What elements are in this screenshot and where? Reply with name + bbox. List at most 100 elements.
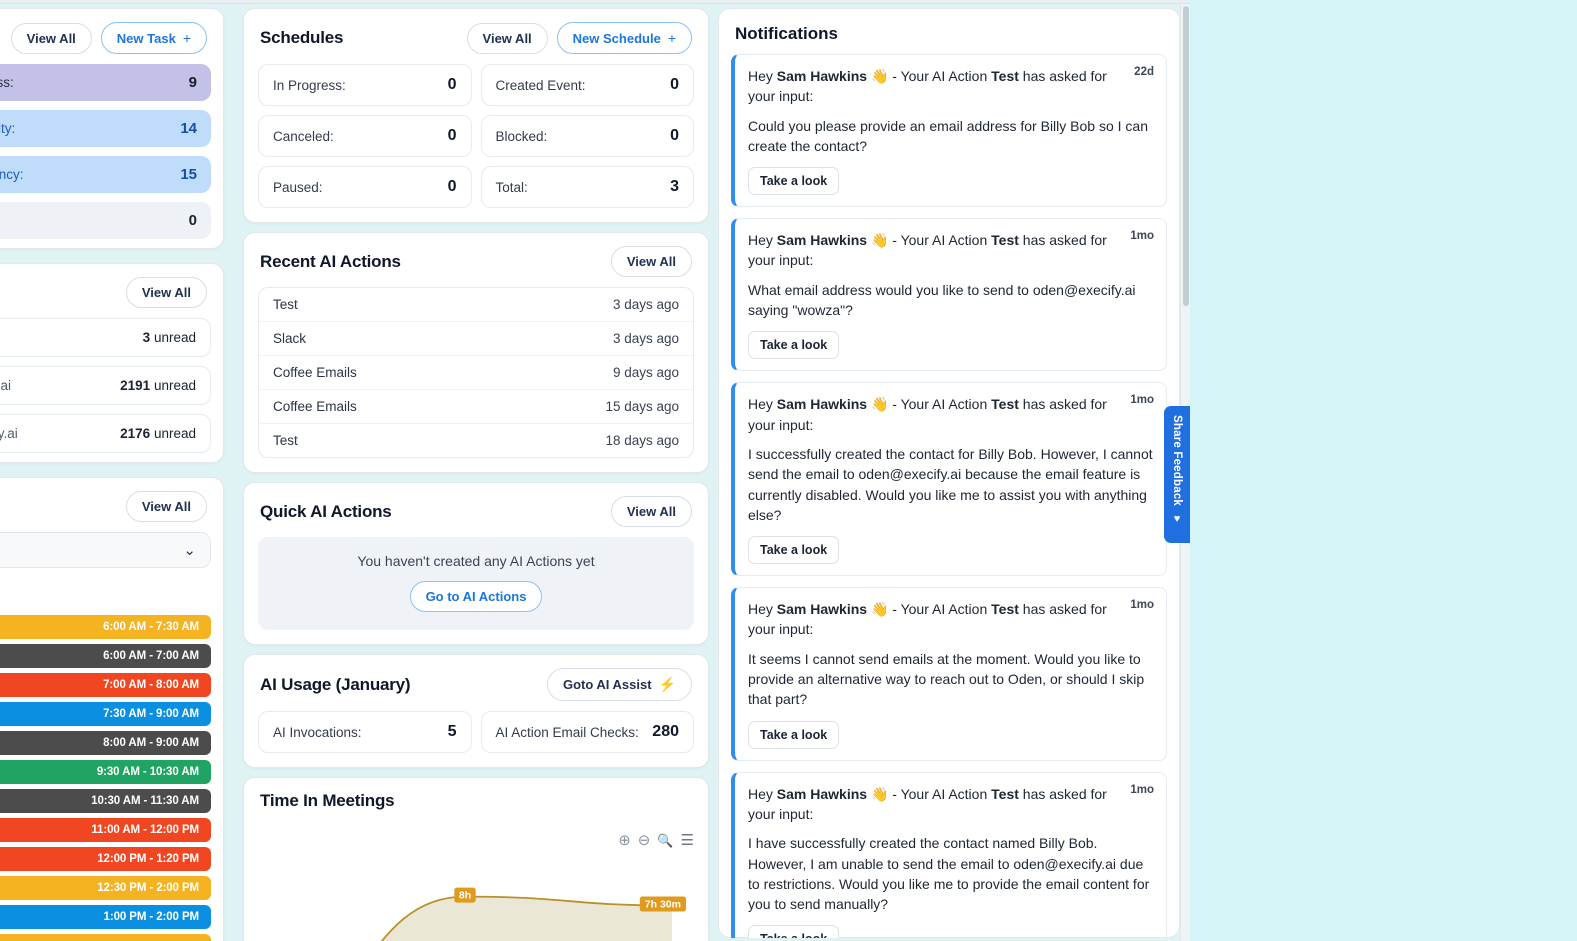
recent-ai-action-row[interactable]: Slack 3 days ago bbox=[259, 322, 693, 356]
calendar-time-block[interactable]: 11:00 AM - 12:00 PM bbox=[0, 818, 211, 842]
time-in-meetings-card: Time In Meetings ⊕ ⊖ 🔍 ☰ 0m8h7h 30m0m1h0… bbox=[243, 777, 709, 941]
ai-usage-header: AI Usage (January) Goto AI Assist ⚡ bbox=[244, 655, 708, 711]
recent-ai-action-time: 3 days ago bbox=[612, 297, 679, 312]
schedules-view-all-button[interactable]: View All bbox=[466, 22, 548, 54]
task-stat-low-urgency[interactable]: Low Urgency: 15 bbox=[0, 156, 211, 193]
notification-user-name: Sam Hawkins bbox=[776, 68, 868, 84]
take-a-look-button[interactable]: Take a look bbox=[748, 536, 840, 565]
ai-usage-title: AI Usage (January) bbox=[260, 674, 411, 694]
calendar-time-block-label: 7:00 AM - 8:00 AM bbox=[103, 679, 199, 691]
share-feedback-tab[interactable]: Share Feedback ♥ bbox=[1164, 406, 1190, 543]
go-to-ai-actions-button[interactable]: Go to AI Actions bbox=[409, 581, 543, 612]
notification-item[interactable]: 1mo Hey Sam Hawkins 👋 - Your AI Action Te… bbox=[731, 218, 1167, 372]
task-stat-label: Low Urgency: bbox=[0, 167, 24, 182]
calendar-time-block[interactable]: 12:30 PM - 2:00 PM bbox=[0, 876, 211, 900]
page-scrollbar-thumb[interactable] bbox=[1183, 6, 1189, 306]
calendar-select[interactable]: ⌄ bbox=[0, 532, 211, 568]
ai-usage-kpi-invocations: AI Invocations: 5 bbox=[258, 711, 472, 753]
calendar-time-block[interactable]: 9:30 AM - 10:30 AM bbox=[0, 760, 211, 784]
ai-usage-kpi-grid: AI Invocations: 5 AI Action Email Checks:… bbox=[244, 711, 708, 767]
notifications-column: Notifications 22d Hey Sam Hawkins 👋 - You… bbox=[718, 8, 1180, 938]
recent-ai-action-time: 9 days ago bbox=[612, 365, 679, 380]
recent-ai-action-name: Test bbox=[273, 433, 298, 448]
mail-account-address: s@execify.ai bbox=[0, 426, 18, 441]
left-column: View All New Task + In Progress: 9 Low Pr… bbox=[0, 0, 224, 941]
new-task-button[interactable]: New Task + bbox=[100, 22, 207, 54]
tasks-view-all-button[interactable]: View All bbox=[10, 22, 92, 54]
calendar-time-block[interactable] bbox=[0, 934, 211, 941]
recent-ai-actions-view-all-button[interactable]: View All bbox=[610, 246, 692, 277]
tasks-card-header: View All New Task + bbox=[0, 9, 223, 64]
notification-item[interactable]: 1mo Hey Sam Hawkins 👋 - Your AI Action Te… bbox=[731, 771, 1167, 938]
recent-ai-action-row[interactable]: Coffee Emails 15 days ago bbox=[259, 390, 693, 424]
notification-item[interactable]: 1mo Hey Sam Hawkins 👋 - Your AI Action Te… bbox=[731, 382, 1167, 577]
notifications-list: 22d Hey Sam Hawkins 👋 - Your AI Action Te… bbox=[731, 54, 1167, 938]
calendar-time-block[interactable]: 7:00 AM - 8:00 AM bbox=[0, 673, 211, 697]
new-schedule-button[interactable]: New Schedule + bbox=[556, 22, 692, 54]
calendar-time-block[interactable]: 6:00 AM - 7:00 AM bbox=[0, 644, 211, 668]
notification-action-name: Test bbox=[991, 601, 1019, 618]
notification-body: I have successfully created the contact … bbox=[748, 835, 1150, 913]
schedule-kpi-created-event: Created Event: 0 bbox=[480, 64, 694, 106]
mail-account-address: @execify.ai bbox=[0, 378, 11, 393]
notification-middle-text: - Your AI Action bbox=[888, 601, 992, 618]
recent-ai-action-row[interactable]: Test 18 days ago bbox=[259, 424, 693, 457]
calendar-card-header: View All bbox=[0, 478, 223, 532]
recent-ai-action-row[interactable]: Coffee Emails 9 days ago bbox=[259, 356, 693, 390]
mail-account-row[interactable]: s@execify.ai 2176 unread bbox=[0, 414, 211, 453]
kpi-value: 0 bbox=[447, 178, 457, 195]
goto-ai-assist-button[interactable]: Goto AI Assist ⚡ bbox=[546, 668, 692, 701]
calendar-time-block-label: 9:30 AM - 10:30 AM bbox=[96, 766, 199, 778]
task-stat-in-progress[interactable]: In Progress: 9 bbox=[0, 64, 211, 101]
calendar-view-all-button[interactable]: View All bbox=[125, 491, 207, 522]
kpi-value: 0 bbox=[447, 127, 457, 144]
take-a-look-button[interactable]: Take a look bbox=[748, 720, 840, 749]
notification-age: 1mo bbox=[1130, 230, 1154, 243]
notification-item[interactable]: 1mo Hey Sam Hawkins 👋 - Your AI Action Te… bbox=[731, 587, 1167, 761]
calendar-time-block[interactable]: 10:30 AM - 11:30 AM bbox=[0, 789, 211, 813]
notification-header: Hey Sam Hawkins 👋 - Your AI Action Test … bbox=[748, 66, 1153, 107]
task-stat-low-priority[interactable]: Low Priority: 14 bbox=[0, 110, 211, 147]
mail-account-row[interactable]: @execify.ai 2191 unread bbox=[0, 366, 211, 405]
kpi-value: 0 bbox=[670, 76, 679, 93]
schedule-kpi-in-progress: In Progress: 0 bbox=[258, 64, 472, 106]
notification-age: 1mo bbox=[1130, 394, 1154, 407]
quick-ai-actions-title: Quick AI Actions bbox=[260, 501, 392, 521]
greeting-prefix: Hey bbox=[748, 785, 777, 802]
recent-ai-action-name: Coffee Emails bbox=[273, 399, 357, 414]
ai-usage-card: AI Usage (January) Goto AI Assist ⚡ AI In… bbox=[243, 654, 709, 768]
take-a-look-button[interactable]: Take a look bbox=[748, 167, 840, 196]
kpi-value: 0 bbox=[447, 76, 457, 93]
calendar-card: View All ⌄ for the day 6:00 AM - 7:30 AM… bbox=[0, 477, 224, 941]
ai-usage-kpi-email-checks: AI Action Email Checks: 280 bbox=[480, 711, 694, 753]
mail-unread-count: 3 bbox=[142, 330, 151, 345]
mail-account-row[interactable]: i 3 unread bbox=[0, 318, 211, 357]
mail-card-header: View All bbox=[0, 264, 223, 318]
task-stat-value: 15 bbox=[180, 166, 197, 183]
kpi-label: AI Action Email Checks: bbox=[495, 724, 639, 740]
notification-body: What email address would you like to sen… bbox=[748, 281, 1136, 319]
wave-icon: 👋 bbox=[867, 785, 889, 802]
task-stat-archived[interactable]: Archived: 0 bbox=[0, 202, 211, 239]
calendar-time-block-label: 10:30 AM - 11:30 AM bbox=[91, 795, 199, 807]
calendar-time-block[interactable]: 7:30 AM - 9:00 AM bbox=[0, 702, 211, 726]
quick-ai-actions-view-all-button[interactable]: View All bbox=[610, 496, 692, 527]
mail-view-all-button[interactable]: View All bbox=[125, 277, 207, 308]
notification-age: 22d bbox=[1134, 66, 1154, 78]
wave-icon: 👋 bbox=[867, 601, 889, 618]
mail-unread-unit: unread bbox=[153, 378, 196, 393]
notification-body: It seems I cannot send emails at the mom… bbox=[748, 650, 1145, 708]
notification-item[interactable]: 22d Hey Sam Hawkins 👋 - Your AI Action Te… bbox=[731, 54, 1167, 208]
calendar-time-block[interactable]: 8:00 AM - 9:00 AM bbox=[0, 731, 211, 755]
take-a-look-button[interactable]: Take a look bbox=[748, 925, 840, 938]
calendar-time-block[interactable]: 6:00 AM - 7:30 AM bbox=[0, 615, 211, 639]
goto-ai-assist-label: Goto AI Assist bbox=[562, 677, 652, 692]
calendar-time-block[interactable]: 12:00 PM - 1:20 PM bbox=[0, 847, 211, 871]
kpi-label: Canceled: bbox=[273, 128, 334, 144]
greeting-prefix: Hey bbox=[748, 601, 777, 618]
recent-ai-action-row[interactable]: Test 3 days ago bbox=[259, 288, 693, 322]
page-background bbox=[1190, 0, 1577, 941]
take-a-look-button[interactable]: Take a look bbox=[748, 331, 840, 360]
notifications-title: Notifications bbox=[735, 24, 838, 43]
calendar-time-block[interactable]: 1:00 PM - 2:00 PM bbox=[0, 905, 211, 929]
